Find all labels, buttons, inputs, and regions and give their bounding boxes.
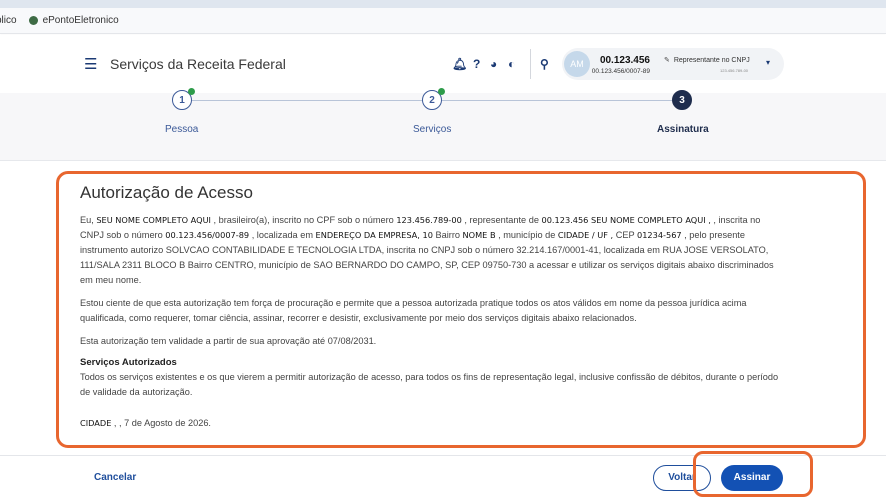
pencil-icon: ✎ — [664, 57, 670, 64]
step-3-label: Assinatura — [657, 124, 709, 135]
bookmark-item[interactable]: ePontoEletronico — [28, 15, 119, 26]
company-cnpj: 00.123.456 — [541, 215, 589, 225]
chevron-down-icon[interactable]: ▾ — [766, 58, 770, 67]
contrast-icon[interactable]: ◕ — [490, 57, 497, 71]
services-paragraph: Todos os serviços existentes e os que vi… — [80, 372, 779, 397]
validity-paragraph: Esta autorização tem validade a partir d… — [80, 336, 377, 346]
annotation-highlight — [693, 451, 813, 497]
cancel-button[interactable]: Cancelar — [94, 472, 136, 483]
header-divider — [530, 49, 531, 79]
company-city: CIDADE / UF , — [557, 230, 614, 240]
date-city: CIDADE — [80, 418, 112, 428]
step-connector — [190, 100, 422, 101]
bookmark-item[interactable]: blico — [0, 15, 17, 26]
help-icon[interactable]: ? — [473, 57, 480, 71]
document-title: Autorização de Acesso — [80, 183, 253, 202]
user-role-label: Representante no CNPJ — [673, 57, 750, 64]
company-address: ENDEREÇO DA EMPRESA, 10 — [315, 230, 433, 240]
user-role: ✎ Representante no CNPJ — [664, 56, 750, 64]
user-cnpj: 00.123.456 — [599, 55, 650, 66]
authorization-document: Autorização de Acesso Eu, SEU NOME COMPL… — [80, 183, 780, 428]
user-menu[interactable]: AM 00.123.456 00.123.456/0007-89 ✎ Repre… — [562, 48, 784, 80]
authorization-paragraph: Estou ciente de que esta autorização tem… — [80, 298, 747, 323]
bell-icon[interactable]: 🔔︎ — [452, 57, 467, 71]
app-title: Serviços da Receita Federal — [110, 56, 286, 72]
browser-tabstrip — [0, 0, 886, 8]
stepper: 1 Pessoa 2 Serviços 3 Assinatura — [0, 88, 886, 161]
check-icon — [188, 88, 195, 95]
signature-date-line: CIDADE , , 7 de Agosto de 2026. — [80, 418, 211, 428]
step-3-circle: 3 — [672, 90, 692, 110]
company-name: SEU NOME COMPLETO AQUI , — [588, 215, 711, 225]
company-cep: 01234-567 — [636, 230, 682, 240]
user-role-sub: 123.456.789-00 — [720, 68, 749, 73]
bookmarks-bar: blico ePontoEletronico — [0, 8, 886, 34]
theme-icon[interactable]: ◐ — [508, 57, 515, 71]
step-2-label: Serviços — [413, 124, 452, 135]
company-cnpj-full: 00.123.456/0007-89 — [165, 230, 250, 240]
hamburger-menu-icon[interactable]: ☰ — [84, 55, 97, 73]
company-bairro: NOME B — [462, 230, 496, 240]
authorization-paragraph: Eu, SEU NOME COMPLETO AQUI , brasileiro(… — [80, 215, 774, 285]
globe-icon — [28, 16, 38, 25]
app-header: ☰ Serviços da Receita Federal 🔔︎ ? ◕ ◐ ⚲… — [0, 35, 886, 93]
search-icon[interactable]: ⚲ — [540, 57, 549, 71]
services-heading: Serviços Autorizados — [80, 357, 177, 368]
grantor-cpf: 123.456.789-00 — [396, 215, 462, 225]
step-1-label: Pessoa — [165, 124, 199, 135]
bookmark-label: blico — [0, 15, 17, 26]
grantor-name: SEU NOME COMPLETO AQUI — [96, 215, 211, 225]
avatar: AM — [564, 51, 590, 77]
step-connector — [440, 100, 672, 101]
user-cnpj-full: 00.123.456/0007-89 — [591, 68, 650, 75]
bookmark-label: ePontoEletronico — [42, 15, 119, 26]
check-icon — [438, 88, 445, 95]
